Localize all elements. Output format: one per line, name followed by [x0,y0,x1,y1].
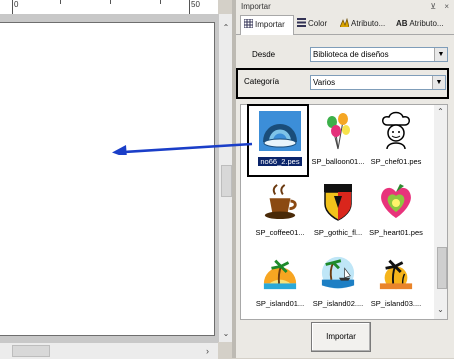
balloons-icon [320,111,356,151]
design-name: SP_balloon01... [311,157,365,166]
chevron-down-icon[interactable]: ▼ [432,76,445,89]
panel-tabs: Importar Color Atributo... AB Atributo..… [236,15,454,35]
canvas-horizontal-scroll-thumb[interactable] [12,345,50,357]
tab-importar[interactable]: Importar [240,15,294,35]
desde-select[interactable]: Biblioteca de diseños ▼ [310,47,448,62]
design-name: SP_gothic_fl... [313,228,363,237]
coffee-cup-icon [262,182,298,222]
arrow-left-icon [112,142,253,155]
design-item[interactable]: SP_balloon01... [307,107,369,177]
close-icon[interactable]: × [444,2,449,11]
desde-label: Desde [252,50,276,59]
scroll-up-icon[interactable]: ⌃ [434,107,447,116]
tab-text-attributes[interactable]: AB Atributo... [394,15,452,33]
chevron-down-icon[interactable]: ▼ [434,48,447,61]
stitch-attribute-icon [339,16,350,28]
design-item[interactable]: SP_island01... [249,249,311,319]
design-name: SP_island02.... [312,299,364,308]
chef-icon [378,111,414,151]
design-page[interactable] [0,22,215,336]
design-item[interactable]: SP_coffee01... [249,178,311,248]
canvas-vertical-scroll-thumb[interactable] [221,165,232,197]
horizontal-ruler: 0 50 [0,0,218,15]
text-attribute-icon: AB [396,19,408,28]
design-name: SP_island01... [255,299,305,308]
island-palm-icon [262,253,298,293]
tab-color[interactable]: Color [294,15,336,33]
island-boat-icon [320,253,356,293]
design-item[interactable]: SP_island03.... [365,249,427,319]
design-name: SP_island03.... [370,299,422,308]
shield-icon [320,182,356,222]
scroll-down-icon[interactable]: ⌄ [434,305,447,314]
ruler-mark-50: 50 [191,0,200,9]
scroll-down-icon[interactable]: ⌄ [219,328,233,340]
design-name: SP_heart01.pes [369,228,423,237]
categoria-label: Categoría [244,77,280,86]
import-button[interactable]: Importar [311,322,371,352]
design-item[interactable]: SP_island02.... [307,249,369,319]
desde-value: Biblioteca de diseños [313,50,389,59]
scroll-right-icon[interactable]: › [206,343,209,359]
design-name: SP_chef01.pes [370,157,422,166]
ruler-mark-0: 0 [14,0,19,9]
tab-stitch-attributes[interactable]: Atributo... [337,15,392,33]
categoria-select[interactable]: Varios ▼ [310,75,446,90]
design-item[interactable]: SP_chef01.pes [365,107,427,177]
panel-title-bar: Importar ⊻ × [236,0,454,14]
island-sunset-icon [378,253,414,293]
selected-design-highlight-box [247,104,309,177]
design-grid-scroll-thumb[interactable] [437,247,447,289]
grid-icon [243,17,254,29]
pin-icon[interactable]: ⊻ [430,2,436,11]
scroll-up-icon[interactable]: ⌃ [219,22,233,34]
design-item[interactable]: SP_heart01.pes [365,178,427,248]
design-name: SP_coffee01... [255,228,305,237]
color-list-icon [297,16,306,27]
heart-fruit-icon [378,182,414,222]
design-item[interactable]: SP_gothic_fl... [307,178,369,248]
panel-title: Importar [241,2,271,11]
categoria-value: Varios [313,78,336,87]
